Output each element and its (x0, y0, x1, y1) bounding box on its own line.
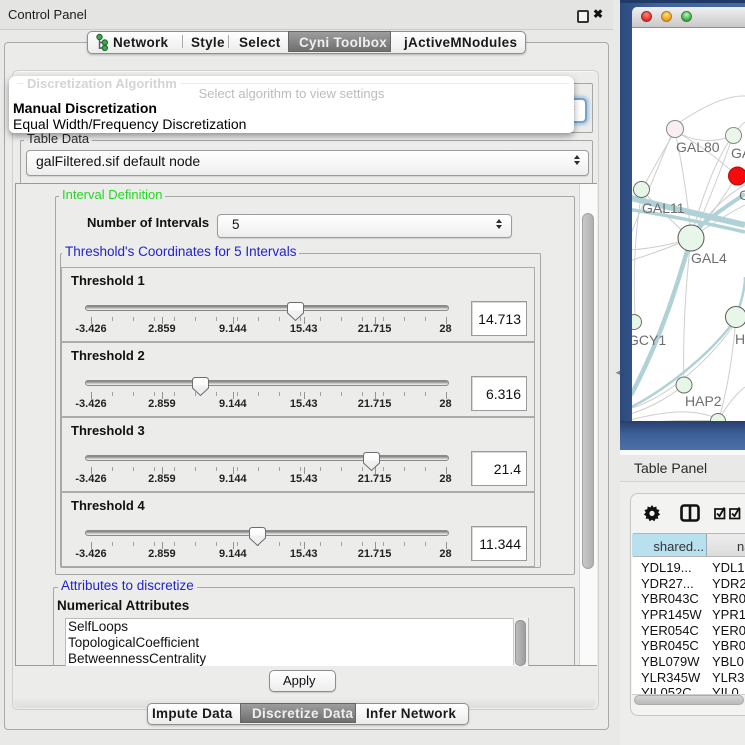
svg-text:HAP2: HAP2 (685, 393, 722, 409)
svg-text:GA: GA (731, 145, 745, 161)
svg-text:GAL80: GAL80 (676, 139, 720, 155)
svg-text:H: H (735, 331, 745, 347)
svg-text:GCY1: GCY1 (632, 332, 666, 348)
svg-text:C: C (739, 187, 745, 203)
svg-text:GAL11: GAL11 (642, 200, 685, 216)
svg-text:GAL4: GAL4 (691, 250, 727, 266)
